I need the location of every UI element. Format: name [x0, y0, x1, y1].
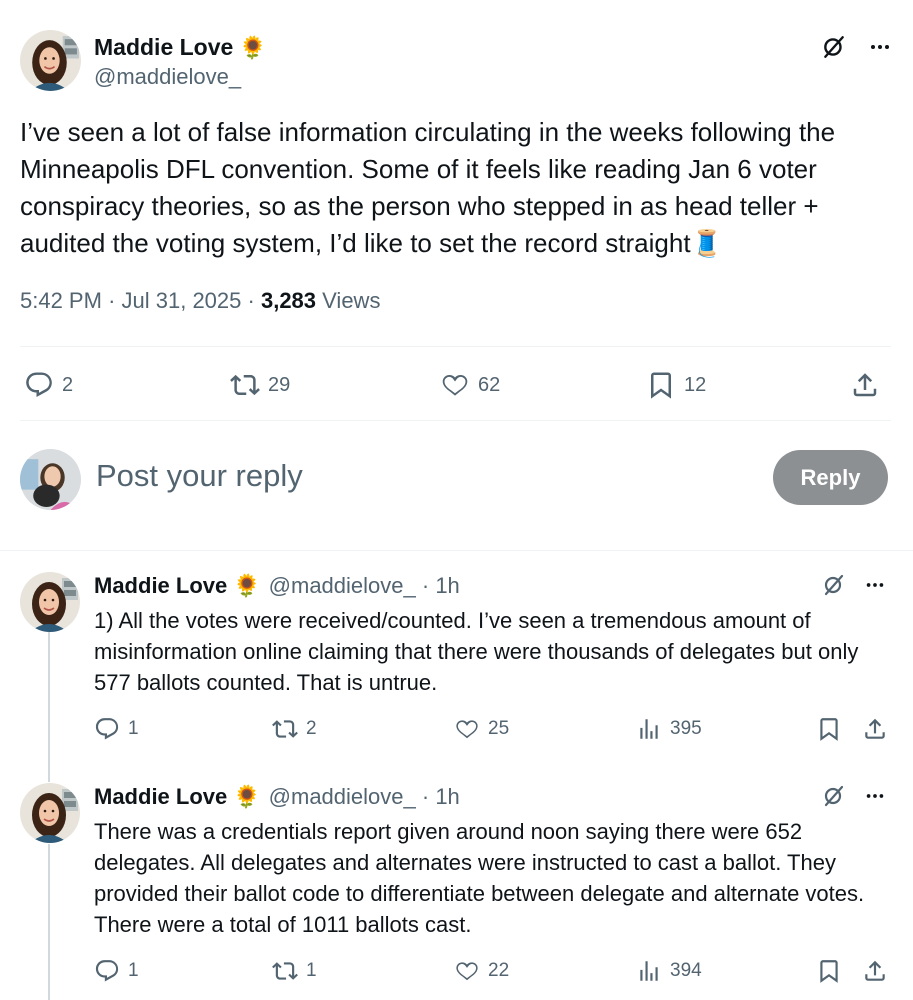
share-icon [862, 716, 888, 742]
meta-separator: · [247, 288, 261, 313]
like-icon [454, 958, 480, 984]
like-count: 25 [488, 718, 510, 739]
like-button[interactable]: 62 [440, 370, 500, 400]
main-tweet-top-actions [820, 33, 894, 61]
views-count: 394 [670, 960, 702, 981]
dot-separator: · [415, 573, 436, 598]
thread-connector [48, 632, 50, 782]
share-button[interactable] [850, 370, 880, 400]
reply-author-name[interactable]: Maddie Love [94, 573, 227, 599]
like-button[interactable]: 25 [454, 716, 509, 742]
reply-text: There was a credentials report given aro… [94, 819, 865, 937]
reply-author-handle[interactable]: @maddielove_ [269, 784, 416, 810]
tweet-time[interactable]: 5:42 PM [20, 288, 102, 313]
main-tweet-actions: 2 29 62 12 [24, 364, 890, 404]
share-icon [862, 958, 888, 984]
reply-actions: 1 1 22 394 [94, 958, 894, 988]
reply-actions: 1 2 25 395 [94, 716, 894, 746]
repost-count: 2 [306, 718, 317, 739]
bookmark-icon [816, 958, 842, 984]
reply-author-handle[interactable]: @maddielove_ [269, 573, 416, 599]
tweet-meta: 5:42 PM · Jul 31, 2025 · 3,283 Views [20, 288, 380, 314]
reply-submit-button[interactable]: Reply [773, 450, 888, 505]
bookmark-icon [816, 716, 842, 742]
bookmark-button[interactable]: 12 [646, 370, 706, 400]
reply-age[interactable]: 1h [435, 573, 459, 599]
reply-icon [94, 716, 120, 742]
dot-separator: · [415, 784, 436, 809]
divider [20, 420, 891, 421]
author-avatar[interactable] [20, 30, 81, 91]
divider [20, 346, 891, 347]
reply-header: Maddie Love 🌻 @maddielove_ · 1h [94, 784, 460, 810]
repost-button[interactable]: 2 [272, 716, 317, 742]
repost-icon [272, 716, 298, 742]
tweet-date[interactable]: Jul 31, 2025 [122, 288, 242, 313]
reply-button[interactable]: 1 [94, 958, 139, 984]
views-count: 3,283 [260, 288, 317, 313]
repost-icon [230, 370, 260, 400]
repost-button[interactable]: 29 [230, 370, 290, 400]
bookmark-button[interactable] [816, 958, 842, 984]
reply-button[interactable]: 2 [24, 370, 73, 400]
author-name-row: Maddie Love 🌻 [94, 34, 267, 61]
reply-header: Maddie Love 🌻 @maddielove_ · 1h [94, 573, 460, 599]
views-icon [636, 716, 662, 742]
author-handle[interactable]: @maddielove_ [94, 64, 241, 90]
repost-count: 29 [268, 373, 291, 396]
share-icon [850, 370, 880, 400]
sunflower-emoji: 🌻 [239, 34, 267, 60]
grok-icon[interactable] [822, 573, 846, 597]
current-user-avatar[interactable] [20, 449, 81, 510]
reply-author-avatar[interactable] [20, 783, 80, 843]
reply-icon [94, 958, 120, 984]
more-icon[interactable] [864, 574, 886, 596]
reply-icon [24, 370, 54, 400]
share-button[interactable] [862, 958, 888, 984]
bookmark-count: 12 [684, 373, 707, 396]
repost-count: 1 [306, 960, 317, 981]
reply-text: 1) All the votes were received/counted. … [94, 608, 859, 695]
reply-count: 1 [128, 960, 139, 981]
reply-author-avatar[interactable] [20, 572, 80, 632]
reply-author-name[interactable]: Maddie Love [94, 784, 227, 810]
more-icon[interactable] [866, 33, 894, 61]
like-button[interactable]: 22 [454, 958, 509, 984]
views-button[interactable]: 395 [636, 716, 702, 742]
reply-input[interactable]: Post your reply [96, 458, 303, 494]
like-count: 22 [488, 960, 510, 981]
repost-button[interactable]: 1 [272, 958, 317, 984]
bookmark-button[interactable] [816, 716, 842, 742]
views-count: 395 [670, 718, 702, 739]
reply-button[interactable]: 1 [94, 716, 139, 742]
sunflower-emoji: 🌻 [233, 784, 261, 809]
like-icon [440, 370, 470, 400]
reply-top-actions [822, 784, 886, 808]
views-button[interactable]: 394 [636, 958, 702, 984]
reply-count: 2 [62, 373, 74, 396]
author-name[interactable]: Maddie Love [94, 34, 233, 61]
reply-count: 1 [128, 718, 139, 739]
thread-connector [48, 844, 50, 1000]
more-icon[interactable] [864, 785, 886, 807]
sunflower-emoji: 🌻 [233, 573, 261, 598]
share-button[interactable] [862, 716, 888, 742]
bookmark-icon [646, 370, 676, 400]
main-tweet-text: I’ve seen a lot of false information cir… [20, 117, 836, 258]
meta-separator: · [108, 288, 122, 313]
like-count: 62 [478, 373, 501, 396]
views-label: Views [322, 288, 381, 313]
divider [0, 550, 913, 551]
reply-age[interactable]: 1h [435, 784, 459, 810]
grok-icon[interactable] [822, 784, 846, 808]
views-icon [636, 958, 662, 984]
grok-icon[interactable] [820, 33, 848, 61]
reply-top-actions [822, 573, 886, 597]
like-icon [454, 716, 480, 742]
repost-icon [272, 958, 298, 984]
